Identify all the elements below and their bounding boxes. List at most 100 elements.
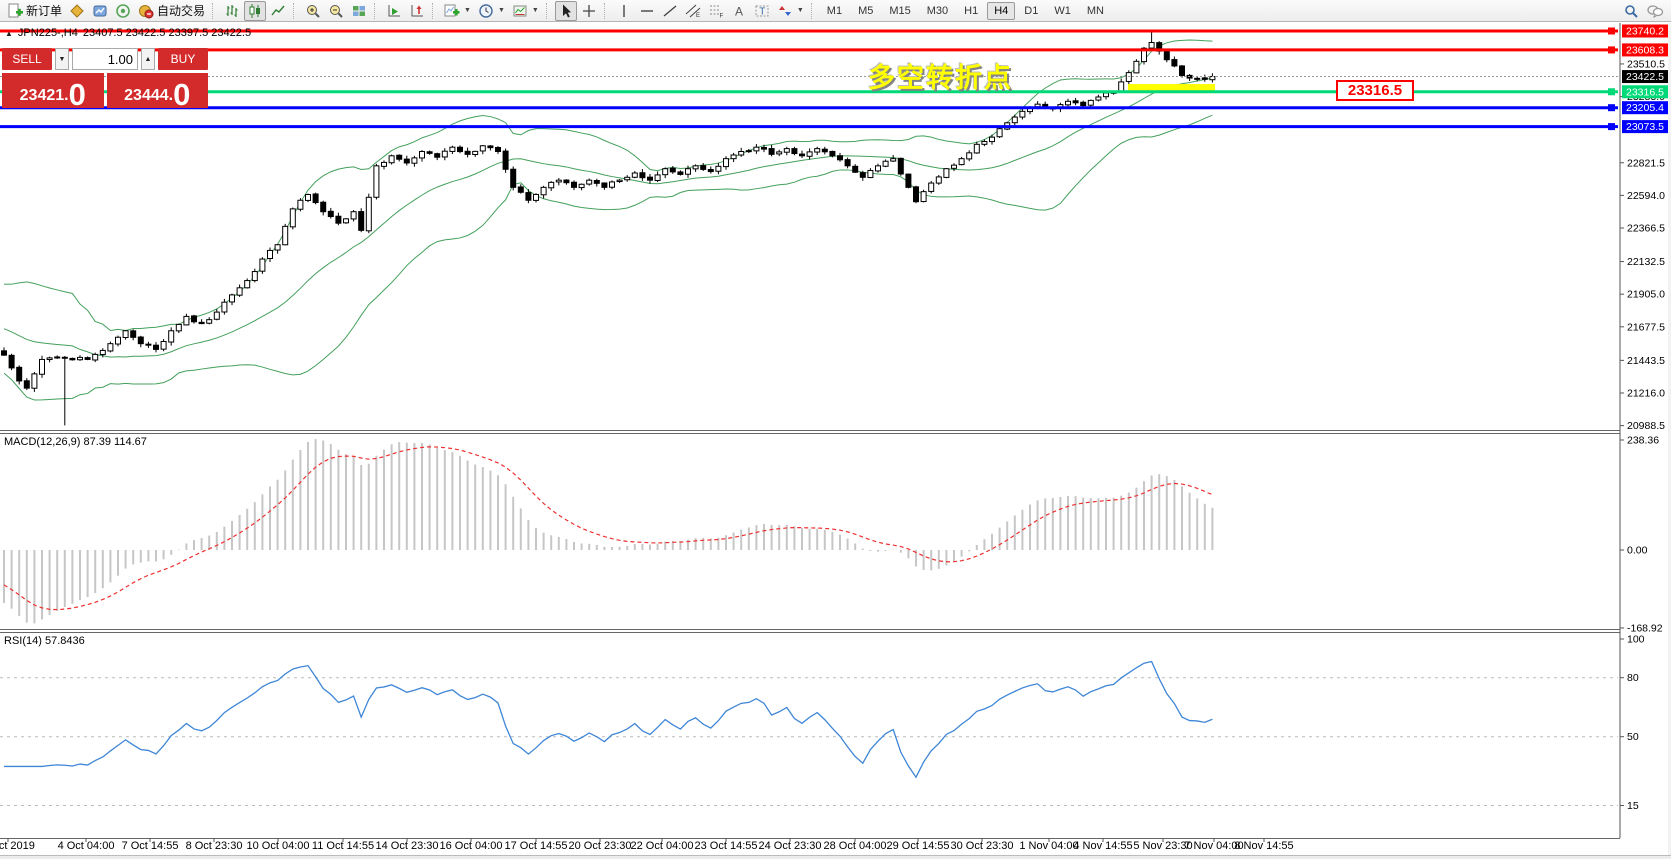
time-axis-label: 29 Oct 14:55 bbox=[887, 840, 950, 852]
bar-chart-mode-button[interactable] bbox=[221, 1, 243, 21]
buy-price-button[interactable]: 23444.0 bbox=[107, 73, 209, 108]
auto-trading-button[interactable]: 自动交易 bbox=[135, 1, 208, 21]
quotes-button[interactable] bbox=[66, 1, 88, 21]
chart-symbol-period: JPN225-,H4 bbox=[18, 27, 78, 39]
volume-decrease-button[interactable]: ▼ bbox=[55, 48, 69, 70]
line-anchor-marker[interactable] bbox=[1608, 123, 1615, 130]
time-axis[interactable]: 3 Oct 20194 Oct 04:007 Oct 14:558 Oct 23… bbox=[0, 840, 1671, 855]
timeframe-m30-button[interactable]: M30 bbox=[920, 2, 955, 20]
line-anchor-marker[interactable] bbox=[1608, 88, 1615, 95]
templates-button[interactable]: ▼ bbox=[509, 1, 542, 21]
candlestick bbox=[404, 159, 409, 163]
trendline-tool-button[interactable] bbox=[659, 1, 681, 21]
signals-button[interactable] bbox=[112, 1, 134, 21]
line-anchor-marker[interactable] bbox=[1608, 28, 1615, 35]
periods-clock-icon bbox=[478, 3, 494, 19]
candlestick bbox=[100, 350, 105, 354]
tile-windows-button[interactable] bbox=[348, 1, 370, 21]
candlestick bbox=[298, 200, 303, 209]
timeframe-d1-button[interactable]: D1 bbox=[1017, 2, 1045, 20]
buy-button[interactable]: BUY bbox=[158, 48, 208, 70]
templates-icon bbox=[512, 3, 528, 19]
main-toolbar: 新订单 自动交易 ▼ ▼ bbox=[0, 0, 1671, 22]
bottom-status-strip bbox=[0, 855, 1671, 859]
indicators-icon bbox=[444, 3, 460, 19]
candlestick bbox=[845, 160, 850, 166]
panel-separator[interactable] bbox=[0, 433, 1620, 434]
toolbar-separator bbox=[546, 3, 551, 19]
auto-scroll-button[interactable] bbox=[383, 1, 405, 21]
panel-separator[interactable] bbox=[0, 632, 1620, 633]
candlestick bbox=[1088, 100, 1093, 105]
charts-button[interactable] bbox=[89, 1, 111, 21]
text-label-tool-button[interactable]: T bbox=[751, 1, 773, 21]
price-callout-label[interactable]: 23316.5 bbox=[1336, 80, 1414, 101]
chart-shift-button[interactable] bbox=[406, 1, 428, 21]
candlestick bbox=[207, 320, 212, 324]
channel-tool-button[interactable]: E bbox=[682, 1, 704, 21]
chart-canvas[interactable]: 23510.523283.022821.522594.022366.522132… bbox=[0, 23, 1671, 859]
candlestick bbox=[260, 259, 265, 271]
time-axis-label: 11 Oct 14:55 bbox=[312, 840, 374, 852]
crosshair-tool-button[interactable] bbox=[578, 1, 600, 21]
candlestick bbox=[670, 168, 675, 172]
volume-input[interactable] bbox=[72, 48, 138, 70]
panel-separator[interactable] bbox=[0, 838, 1620, 839]
candlestick bbox=[777, 152, 782, 154]
time-axis-label: 7 Oct 14:55 bbox=[122, 840, 179, 852]
fibonacci-icon: F bbox=[708, 3, 724, 19]
candlestick-icon bbox=[247, 3, 263, 19]
candlestick bbox=[731, 155, 736, 159]
line-chart-mode-button[interactable] bbox=[267, 1, 289, 21]
candlestick bbox=[146, 344, 151, 345]
horizontal-line-tool-button[interactable] bbox=[636, 1, 658, 21]
candlestick bbox=[716, 166, 721, 171]
horizontal-line-icon bbox=[639, 3, 655, 19]
chart-shift-icon bbox=[409, 3, 425, 19]
panel-separator[interactable] bbox=[0, 629, 1620, 630]
text-tool-button[interactable]: A bbox=[728, 1, 750, 21]
indicators-button[interactable]: ▼ bbox=[441, 1, 474, 21]
candlestick bbox=[686, 169, 691, 174]
candlestick bbox=[344, 219, 349, 223]
panel-separator[interactable] bbox=[0, 430, 1620, 431]
sell-button[interactable]: SELL bbox=[2, 48, 52, 70]
vertical-line-tool-button[interactable] bbox=[613, 1, 635, 21]
volume-increase-button[interactable]: ▲ bbox=[141, 48, 155, 70]
candlestick bbox=[678, 172, 683, 174]
text-icon: A bbox=[731, 3, 747, 19]
price-axis-tick-label: 23510.5 bbox=[1627, 58, 1665, 70]
price-axis-tick-label: 22132.5 bbox=[1627, 256, 1665, 268]
zoom-out-button[interactable] bbox=[325, 1, 347, 21]
candlestick bbox=[480, 146, 485, 151]
trading-terminal-window: { "toolbar": { "new_order_label": "新订单",… bbox=[0, 0, 1671, 859]
candlestick bbox=[252, 272, 257, 281]
candlestick bbox=[632, 173, 637, 177]
line-anchor-marker[interactable] bbox=[1608, 104, 1615, 111]
periods-button[interactable]: ▼ bbox=[475, 1, 508, 21]
search-button[interactable] bbox=[1620, 1, 1642, 21]
new-order-button[interactable]: 新订单 bbox=[4, 1, 65, 21]
arrows-tool-button[interactable]: ▼ bbox=[774, 1, 807, 21]
timeframe-m5-button[interactable]: M5 bbox=[851, 2, 880, 20]
equidistant-channel-icon: E bbox=[685, 3, 701, 19]
timeframe-m1-button[interactable]: M1 bbox=[820, 2, 849, 20]
timeframe-h1-button[interactable]: H1 bbox=[957, 2, 985, 20]
candlestick bbox=[131, 331, 136, 338]
timeframe-mn-button[interactable]: MN bbox=[1080, 2, 1111, 20]
chat-button[interactable] bbox=[1643, 1, 1667, 21]
sell-price-button[interactable]: 23421.0 bbox=[2, 73, 104, 108]
line-anchor-marker[interactable] bbox=[1608, 46, 1615, 53]
fibonacci-tool-button[interactable]: F bbox=[705, 1, 727, 21]
chart-text-annotation[interactable]: 多空转折点 bbox=[868, 56, 1013, 95]
timeframe-h4-button[interactable]: H4 bbox=[987, 2, 1015, 20]
candlestick bbox=[366, 197, 371, 231]
cursor-tool-button[interactable] bbox=[555, 1, 577, 21]
candlestick bbox=[93, 354, 98, 360]
timeframe-w1-button[interactable]: W1 bbox=[1047, 2, 1078, 20]
candlestick bbox=[518, 187, 523, 192]
candlestick-mode-button[interactable] bbox=[244, 1, 266, 21]
candlestick bbox=[602, 183, 607, 187]
zoom-in-button[interactable] bbox=[302, 1, 324, 21]
timeframe-m15-button[interactable]: M15 bbox=[882, 2, 917, 20]
